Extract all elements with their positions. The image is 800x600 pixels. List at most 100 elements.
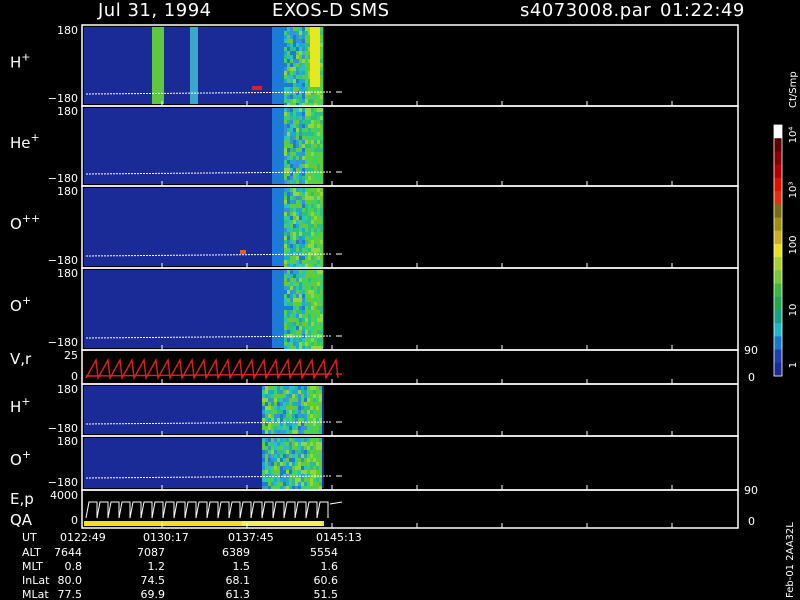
spectro-cell xyxy=(320,168,323,172)
spectro-cell xyxy=(314,176,317,180)
spectro-cell xyxy=(287,164,290,168)
spectro-cell xyxy=(307,406,310,410)
quality-bar xyxy=(242,521,322,526)
spectro-cell xyxy=(293,31,296,35)
spectro-cell xyxy=(296,39,299,43)
spectro-cell xyxy=(317,140,320,144)
spectro-cell xyxy=(299,132,302,136)
spectro-cell xyxy=(308,204,311,208)
spectro-cell xyxy=(268,470,271,474)
spectro-cell xyxy=(304,462,307,466)
spectro-cell xyxy=(311,278,314,282)
spectro-cell xyxy=(284,216,287,220)
spectro-cell xyxy=(314,136,317,140)
spectro-cell xyxy=(304,438,307,442)
spectro-cell xyxy=(293,120,296,124)
spectro-cell xyxy=(296,330,299,334)
spectro-cell xyxy=(271,470,274,474)
spectro-cell xyxy=(296,124,299,128)
spectro-cell xyxy=(290,290,293,294)
spectro-cell xyxy=(290,330,293,334)
spectro-cell xyxy=(317,322,320,326)
spectro-cell xyxy=(284,95,287,99)
spectro-cell xyxy=(299,112,302,116)
spectro-cell xyxy=(265,394,268,398)
colorbar-tick: 10³ xyxy=(788,182,799,199)
spectro-cell xyxy=(305,116,308,120)
spectro-cell xyxy=(292,450,295,454)
spectro-cell xyxy=(314,306,317,310)
spectro-cell xyxy=(296,220,299,224)
spectro-cell xyxy=(310,442,313,446)
spectro-cell xyxy=(299,200,302,204)
spectro-cell xyxy=(296,71,299,75)
spectro-cell xyxy=(287,282,290,286)
spectro-cell xyxy=(271,426,274,430)
spectro-cell xyxy=(304,442,307,446)
spectro-cell xyxy=(310,466,313,470)
spectro-cell xyxy=(302,108,305,112)
spectro-cell xyxy=(320,71,323,75)
spectro-cell xyxy=(287,318,290,322)
spectro-cell xyxy=(311,244,314,248)
spectro-cell xyxy=(284,342,287,346)
spectro-cell xyxy=(290,120,293,124)
footer-cell: 0122:49 xyxy=(60,531,106,544)
spectro-cell xyxy=(308,248,311,252)
spectro-cell xyxy=(320,87,323,91)
spectro-cell xyxy=(307,466,310,470)
spectro-cell xyxy=(293,326,296,330)
spectro-cell xyxy=(280,442,283,446)
spectro-cell xyxy=(283,406,286,410)
spectro-cell xyxy=(292,398,295,402)
spectro-cell xyxy=(296,79,299,83)
panel-label-sup: + xyxy=(21,51,30,64)
spectro-cell xyxy=(296,286,299,290)
spectro-cell xyxy=(305,47,308,51)
spectro-cell xyxy=(293,314,296,318)
spectro-cell xyxy=(308,282,311,286)
spectro-cell xyxy=(299,144,302,148)
footer-row-label: MLT xyxy=(22,560,43,573)
spectro-cell xyxy=(284,224,287,228)
spectro-cell xyxy=(299,116,302,120)
spectro-cell xyxy=(308,286,311,290)
spectro-cell xyxy=(320,148,323,152)
spectro-cell xyxy=(299,204,302,208)
spectro-cell xyxy=(296,67,299,71)
spectro-cell xyxy=(292,390,295,394)
spectro-cell xyxy=(274,458,277,462)
spectro-cell xyxy=(302,164,305,168)
spectro-cell xyxy=(293,47,296,51)
spectro-cell xyxy=(314,314,317,318)
spectro-cell xyxy=(274,430,277,434)
spectro-cell xyxy=(296,164,299,168)
spectro-cell xyxy=(311,286,314,290)
spectro-cell xyxy=(319,466,322,470)
spectro-cell xyxy=(284,220,287,224)
spectro-cell xyxy=(317,156,320,160)
header-instrument: EXOS-D SMS xyxy=(272,0,390,21)
spectro-cell xyxy=(307,458,310,462)
spectro-cell xyxy=(293,330,296,334)
spectro-cell xyxy=(311,91,314,95)
spectro-cell xyxy=(317,196,320,200)
spectro-cell xyxy=(289,430,292,434)
spectro-cell xyxy=(292,402,295,406)
spectro-cell xyxy=(293,83,296,87)
footer-cell: 0145:13 xyxy=(316,531,362,544)
spectro-cell xyxy=(311,236,314,240)
spectro-cell xyxy=(265,386,268,390)
spectro-cell xyxy=(286,386,289,390)
spectro-cell xyxy=(305,310,308,314)
spectro-cell xyxy=(290,148,293,152)
spectro-cell xyxy=(284,75,287,79)
spectro-cell xyxy=(311,132,314,136)
spectro-cell xyxy=(305,282,308,286)
spectro-cell xyxy=(302,342,305,346)
spectro-cell xyxy=(319,402,322,406)
spectro-cell xyxy=(299,310,302,314)
spectro-cell xyxy=(311,156,314,160)
spectro-cell xyxy=(302,306,305,310)
spectro-cell xyxy=(299,71,302,75)
